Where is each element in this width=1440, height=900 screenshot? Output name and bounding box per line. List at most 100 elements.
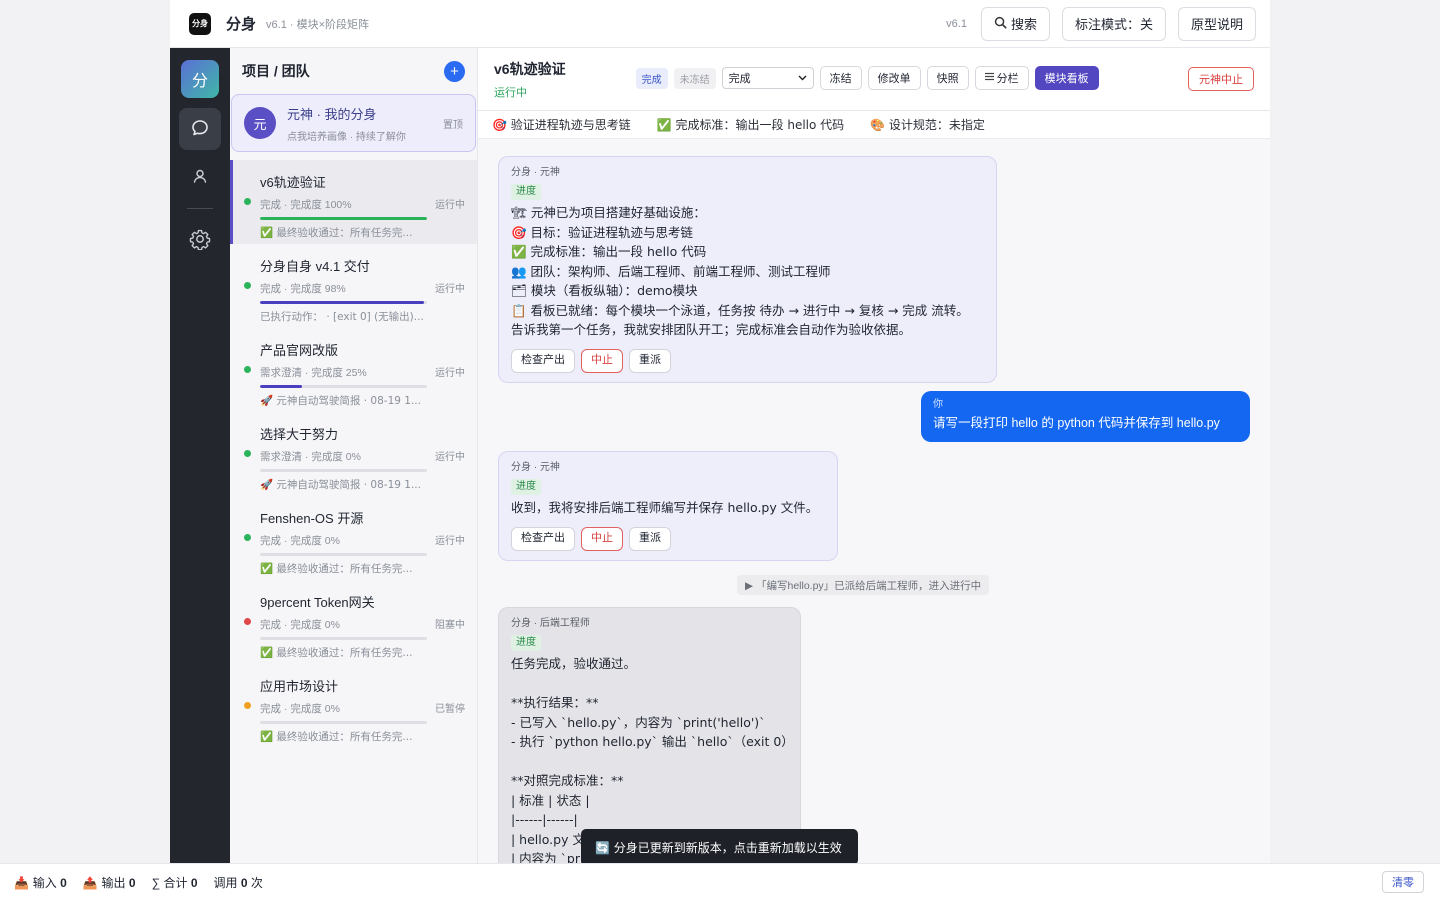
message-line: - 执行 `python hello.py` 输出 `hello`（exit 0… (511, 734, 794, 749)
progress-fill (260, 217, 427, 220)
top-bar: 分身 分身 v6.1 · 模块×阶段矩阵 v6.1 搜索 标注模式：关 原型说明 (170, 0, 1270, 48)
message-line: 🏗 元神已为项目搭建好基础设施： (511, 205, 706, 220)
chat-message: 分身 · 后端工程师 进度 任务完成，验收通过。 **执行结果：** - 已写入 `… (498, 607, 801, 863)
pin-label: 置顶 (443, 119, 463, 131)
chevron-down-icon (798, 72, 807, 84)
goal-design-spec: 🎨 设计规范：未指定 (870, 118, 985, 132)
message-tag: 进度 (511, 635, 541, 651)
chat-bubble-icon (190, 118, 210, 141)
project-title: v6轨迹验证 (494, 60, 566, 77)
user-icon (191, 167, 209, 188)
progress-bar (260, 301, 427, 304)
stage-badge: 完成 (635, 67, 668, 89)
stage-select-value: 完成 (728, 73, 751, 85)
clear-stats-button[interactable]: 清零 (1382, 871, 1424, 893)
stage-select[interactable]: 完成 (721, 67, 814, 89)
progress-bar (260, 637, 427, 640)
status-dot (244, 282, 251, 289)
team-nav-button[interactable] (179, 156, 221, 198)
project-note: ✅ 最终验收通过：所有任务完... (260, 647, 413, 659)
total-tokens: ∑ 合计 0 (151, 875, 198, 890)
project-list-title: 项目 / 团队 (242, 63, 310, 79)
annotate-mode-button[interactable]: 标注模式：关 (1061, 6, 1166, 41)
project-item[interactable]: 应用市场设计 完成 · 完成度 0% 已暂停 ✅ 最终验收通过：所有任务完... (230, 664, 477, 748)
project-item[interactable]: 分身自身 v4.1 交付 完成 · 完成度 98% 运行中 已执行动作： · [exi… (230, 244, 477, 328)
project-item[interactable]: 9percent Token网关 完成 · 完成度 0% 阻塞中 ✅ 最终验收通过：所… (230, 580, 477, 664)
system-notice: ▶ 「编写hello.py」已派给后端工程师，进入进行中 (737, 575, 990, 595)
project-name: 选择大于努力 (260, 427, 339, 442)
message-line: 📋 看板已就绪：每个模块一个泳道，任务按 待办 → 进行中 → 复核 → 完成 … (511, 302, 969, 318)
progress-bar (260, 217, 427, 220)
check-output-button[interactable]: 检查产出 (511, 348, 575, 373)
avatar: 元 (244, 107, 276, 139)
prototype-notes-button[interactable]: 原型说明 (1177, 6, 1256, 41)
change-order-button[interactable]: 修改单 (867, 66, 921, 90)
project-status-label: 运行中 (435, 536, 465, 547)
reassign-button[interactable]: 重派 (629, 526, 671, 551)
search-icon (994, 16, 1007, 32)
check-output-button[interactable]: 检查产出 (511, 526, 575, 551)
snapshot-button[interactable]: 快照 (926, 66, 969, 90)
project-status-label: 运行中 (435, 368, 465, 379)
goal-done-criteria: ✅ 完成标准：输出一段 hello 代码 (656, 118, 845, 132)
project-status-label: 运行中 (435, 284, 465, 295)
rail-logo[interactable]: 分 (181, 60, 219, 98)
project-status-label: 阻塞中 (435, 620, 465, 631)
message-sender: 分身 · 元神 (511, 167, 560, 178)
project-list-panel: 项目 / 团队 + 元 元神 · 我的分身 点我培养画像 · 持续了解你 置顶 … (230, 48, 478, 863)
project-status-label: 运行中 (435, 452, 465, 463)
chat-nav-button[interactable] (179, 108, 221, 150)
project-item[interactable]: Fenshen-OS 开源 完成 · 完成度 0% 运行中 ✅ 最终验收通过：所有任务… (230, 496, 477, 580)
update-toast-text: 🔄 分身已更新到新版本，点击重新加载以生效 (595, 840, 842, 855)
message-line: | 标准 | 状态 | (511, 792, 590, 808)
message-tag: 进度 (511, 184, 541, 200)
yuanshen-stop-button[interactable]: 元神中止 (1188, 67, 1254, 91)
project-name: 产品官网改版 (260, 343, 339, 358)
reassign-button[interactable]: 重派 (629, 348, 671, 373)
user-message-text: 请写一段打印 hello 的 python 代码并保存到 hello.py (933, 416, 1220, 430)
stop-button[interactable]: 中止 (581, 348, 623, 373)
update-toast[interactable]: 🔄 分身已更新到新版本，点击重新加载以生效 (581, 829, 858, 865)
output-tokens: 📤 输出 0 (82, 875, 136, 890)
freeze-badge: 未冻结 (673, 67, 716, 89)
project-note: ✅ 最终验收通过：所有任务完... (260, 227, 413, 239)
app-name: 分身 (226, 16, 257, 33)
module-board-button[interactable]: 模块看板 (1034, 66, 1099, 90)
project-name: Fenshen-OS 开源 (260, 511, 364, 526)
stop-button[interactable]: 中止 (581, 526, 623, 551)
yuanshen-card[interactable]: 元 元神 · 我的分身 点我培养画像 · 持续了解你 置顶 (231, 94, 476, 152)
add-project-button[interactable]: + (444, 60, 465, 82)
project-list-header: 项目 / 团队 + (230, 48, 477, 94)
progress-bar (260, 385, 427, 388)
goals-bar: 🎯 验证进程轨迹与思考链 ✅ 完成标准：输出一段 hello 代码 🎨 设计规范… (478, 111, 1270, 139)
project-note: 已执行动作： · [exit 0] (无输出)... (260, 311, 424, 323)
message-line: **执行结果：** (511, 695, 599, 710)
project-header: v6轨迹验证 运行中 完成 未冻结 完成 冻结 修改单 快照 分栏 模块看板 元… (478, 48, 1270, 111)
app-logo: 分身 (189, 12, 211, 35)
message-line: 任务完成，验收通过。 (511, 656, 637, 671)
project-item[interactable]: 产品官网改版 需求澄清 · 完成度 25% 运行中 🚀 元神自动驾驶简报 · 08-1… (230, 328, 477, 412)
main-panel: v6轨迹验证 运行中 完成 未冻结 完成 冻结 修改单 快照 分栏 模块看板 元… (478, 48, 1270, 863)
project-name: 分身自身 v4.1 交付 (260, 259, 370, 274)
project-status-label: 运行中 (435, 200, 465, 211)
message-line: 👥 团队：架构师、后端工程师、前端工程师、测试工程师 (511, 263, 831, 279)
system-notice-text: ▶ 「编写hello.py」已派给后端工程师，进入进行中 (745, 579, 982, 592)
project-status-label: 已暂停 (435, 704, 465, 715)
message-line: - 已写入 `hello.py`，内容为 `print('hello')` (511, 714, 766, 730)
search-label: 搜索 (1010, 17, 1037, 32)
split-view-button[interactable]: 分栏 (974, 66, 1029, 90)
chat-message: 分身 · 元神 进度 收到，我将安排后端工程师编写并保存 hello.py 文件… (498, 451, 838, 561)
message-line: 告诉我第一个任务，我就安排团队开工；完成标准会自动作为验收依据。 (511, 322, 912, 337)
project-item[interactable]: v6轨迹验证 完成 · 完成度 100% 运行中 ✅ 最终验收通过：所有任务完... (230, 160, 477, 244)
project-name: 9percent Token网关 (260, 595, 375, 610)
status-dot (244, 618, 251, 625)
yuanshen-name: 元神 · 我的分身 (287, 106, 377, 122)
split-view-label: 分栏 (996, 73, 1019, 85)
project-name: 应用市场设计 (260, 679, 339, 694)
progress-bar (260, 469, 427, 472)
project-item[interactable]: 选择大于努力 需求澄清 · 完成度 0% 运行中 🚀 元神自动驾驶简报 · 08-19… (230, 412, 477, 496)
search-button[interactable]: 搜索 (980, 6, 1050, 41)
freeze-button[interactable]: 冻结 (819, 66, 862, 90)
settings-nav-button[interactable] (179, 219, 221, 261)
gear-icon (189, 228, 211, 253)
